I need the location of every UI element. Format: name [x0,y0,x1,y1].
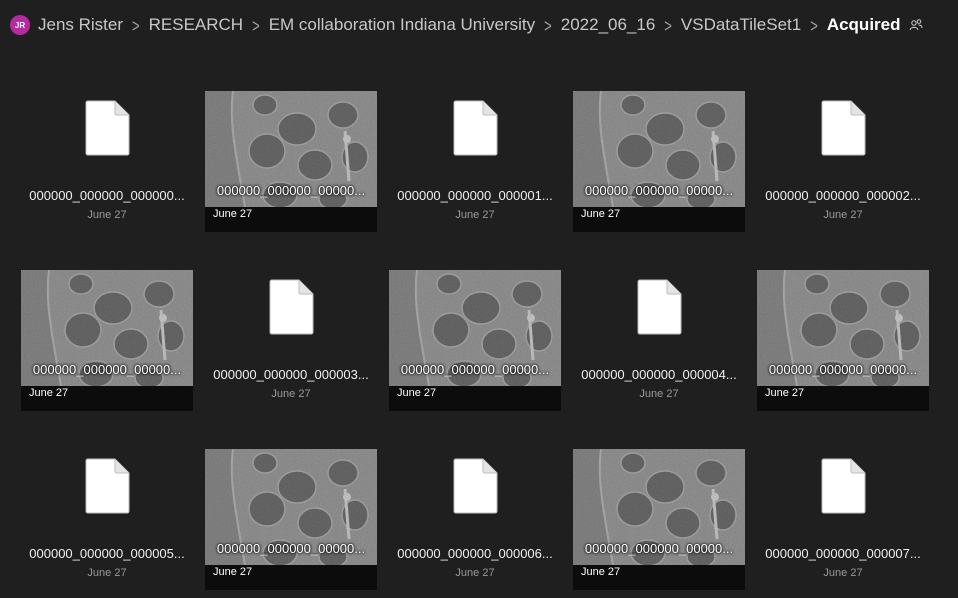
file-name: 000000_000000_00000... [216,183,366,198]
document-icon [85,458,130,514]
image-file-tile[interactable]: 000000_000000_00000... June 27 [205,449,377,590]
image-file-tile[interactable]: 000000_000000_00000... June 27 [757,270,929,411]
file-name: 000000_000000_000003... [213,367,369,382]
file-name: 000000_000000_000001... [397,188,553,203]
file-tile[interactable]: 000000_000000_000001... June 27 [389,91,561,232]
file-date: June 27 [823,567,863,579]
file-tile[interactable]: 000000_000000_000002... June 27 [757,91,929,232]
file-tile[interactable]: 000000_000000_000005... June 27 [21,449,193,590]
file-name: 000000_000000_000006... [397,546,553,561]
file-date: June 27 [29,387,69,399]
document-icon [453,458,498,514]
file-date: June 27 [455,209,495,221]
file-name: 000000_000000_00000... [584,183,734,198]
document-icon [821,100,866,156]
file-date: June 27 [765,387,805,399]
file-date: June 27 [581,566,621,578]
file-tile[interactable]: 000000_000000_000003... June 27 [205,270,377,411]
file-grid: 000000_000000_000000... June 27 000000_000… [0,0,958,598]
file-name: 000000_000000_000002... [765,188,921,203]
image-file-tile[interactable]: 000000_000000_00000... June 27 [205,91,377,232]
file-date: June 27 [213,208,253,220]
file-date: June 27 [823,209,863,221]
file-tile[interactable]: 000000_000000_000004... June 27 [573,270,745,411]
document-icon [637,279,682,335]
file-date: June 27 [271,388,311,400]
file-name: 000000_000000_000005... [29,546,185,561]
file-tile[interactable]: 000000_000000_000007... June 27 [757,449,929,590]
document-icon [821,458,866,514]
file-date: June 27 [397,387,437,399]
file-tile[interactable]: 000000_000000_000006... June 27 [389,449,561,590]
file-tile[interactable]: 000000_000000_000000... June 27 [21,91,193,232]
file-name: 000000_000000_000000... [29,188,185,203]
file-name: 000000_000000_00000... [768,362,918,377]
image-file-tile[interactable]: 000000_000000_00000... June 27 [389,270,561,411]
file-name: 000000_000000_00000... [400,362,550,377]
file-date: June 27 [455,567,495,579]
file-date: June 27 [639,388,679,400]
file-name: 000000_000000_000004... [581,367,737,382]
image-file-tile[interactable]: 000000_000000_00000... June 27 [573,91,745,232]
file-date: June 27 [87,209,127,221]
file-date: June 27 [213,566,253,578]
file-name: 000000_000000_00000... [32,362,182,377]
image-file-tile[interactable]: 000000_000000_00000... June 27 [21,270,193,411]
document-icon [453,100,498,156]
file-name: 000000_000000_00000... [216,541,366,556]
document-icon [85,100,130,156]
document-icon [269,279,314,335]
file-date: June 27 [581,208,621,220]
image-file-tile[interactable]: 000000_000000_00000... June 27 [573,449,745,590]
file-name: 000000_000000_000007... [765,546,921,561]
file-name: 000000_000000_00000... [584,541,734,556]
file-date: June 27 [87,567,127,579]
